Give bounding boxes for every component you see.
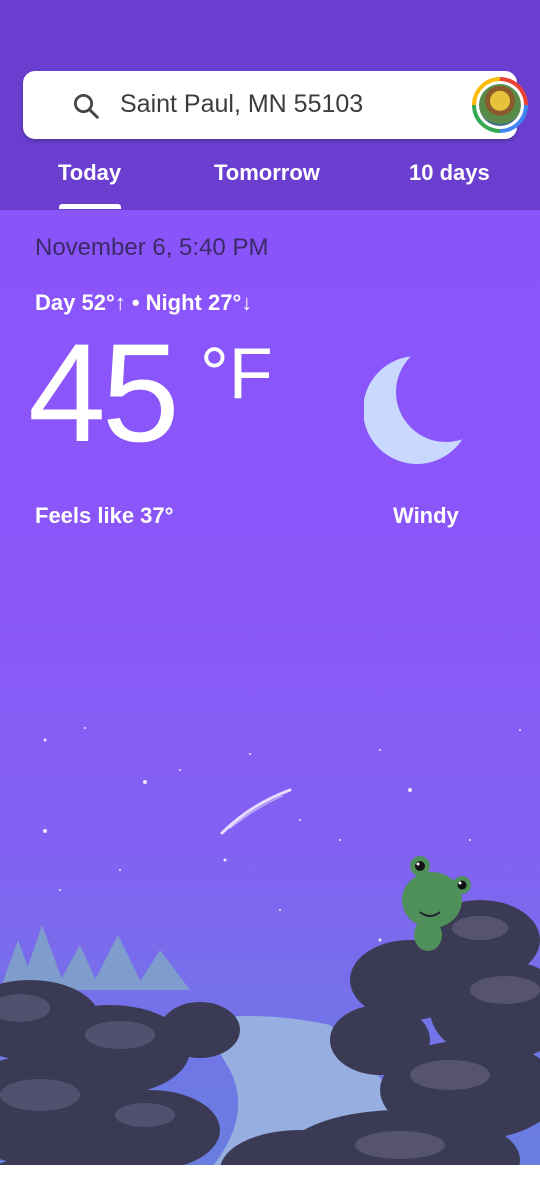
day-night-temps: Day 52°↑ • Night 27°↓ — [35, 290, 253, 315]
night-landscape-illustration — [0, 727, 540, 1200]
tab-tomorrow[interactable]: Tomorrow — [214, 160, 320, 186]
avatar-photo — [479, 84, 521, 126]
weather-condition: Windy — [393, 503, 459, 528]
bottom-bar — [0, 1165, 540, 1200]
account-avatar[interactable] — [472, 77, 528, 133]
moon-icon — [364, 356, 471, 464]
search-icon[interactable] — [71, 91, 101, 121]
tab-indicator — [59, 204, 121, 209]
app-bar: Saint Paul, MN 55103 Today Tomorrow 10 d… — [0, 0, 540, 210]
avatar-ring — [476, 81, 524, 129]
search-location-text[interactable]: Saint Paul, MN 55103 — [120, 90, 363, 119]
feels-like: Feels like 37° — [35, 503, 174, 528]
search-bar[interactable]: Saint Paul, MN 55103 — [23, 71, 528, 139]
temperature-unit: °F — [200, 334, 273, 414]
tab-10-days[interactable]: 10 days — [409, 160, 490, 186]
date-time: November 6, 5:40 PM — [35, 234, 269, 261]
tab-today[interactable]: Today — [58, 160, 121, 186]
weather-main: November 6, 5:40 PM Day 52°↑ • Night 27°… — [0, 210, 540, 1200]
current-temperature: 45 — [28, 314, 180, 471]
